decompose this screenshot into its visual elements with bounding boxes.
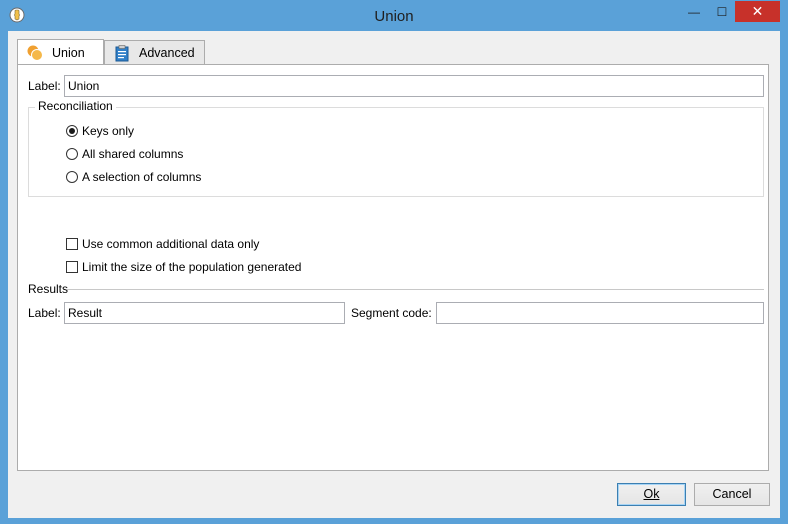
union-circles-icon (27, 45, 43, 61)
ok-button[interactable]: Ok (617, 483, 686, 506)
radio-button[interactable] (66, 171, 78, 183)
union-dialog-window: Union — ☐ ✕ Union Advanced Label: Union … (0, 0, 788, 524)
segment-code-caption: Segment code: (351, 306, 432, 320)
checkbox-limit-size-label: Limit the size of the population generat… (82, 260, 302, 274)
window-title: Union (374, 8, 414, 25)
tab-advanced-label: Advanced (139, 45, 195, 60)
label-caption: Label: (28, 79, 61, 93)
results-label-caption: Label: (28, 306, 61, 320)
results-label-input[interactable]: Result (64, 302, 345, 324)
tab-union[interactable]: Union (17, 39, 104, 65)
checkbox-limit-population-size[interactable]: Limit the size of the population generat… (66, 260, 301, 274)
checkbox[interactable] (66, 238, 78, 250)
cancel-button[interactable]: Cancel (694, 483, 770, 506)
radio-all-shared-columns[interactable]: All shared columns (66, 147, 183, 161)
checkbox-common-additional-label: Use common additional data only (82, 237, 260, 251)
radio-keys-only-label: Keys only (82, 124, 135, 138)
tab-advanced[interactable]: Advanced (104, 40, 205, 64)
tab-union-label: Union (52, 45, 85, 60)
results-title: Results (28, 282, 69, 296)
radio-all-shared-label: All shared columns (82, 147, 184, 161)
union-tab-panel: Label: Union Reconciliation Keys only Al… (17, 64, 769, 471)
radio-selection-label: A selection of columns (82, 170, 202, 184)
close-button[interactable]: ✕ (735, 1, 780, 22)
reconciliation-title: Reconciliation (35, 99, 116, 113)
radio-keys-only[interactable]: Keys only (66, 124, 134, 138)
minimize-button[interactable]: — (679, 1, 709, 22)
title-bar[interactable]: Union — ☐ ✕ (1, 1, 787, 31)
maximize-button[interactable]: ☐ (707, 1, 737, 22)
clipboard-icon (115, 44, 129, 61)
label-input[interactable]: Union (64, 75, 764, 97)
radio-button[interactable] (66, 148, 78, 160)
segment-code-input[interactable] (436, 302, 764, 324)
radio-selection-of-columns[interactable]: A selection of columns (66, 170, 201, 184)
checkbox[interactable] (66, 261, 78, 273)
ok-button-label: Ok (643, 487, 660, 501)
radio-button-selected[interactable] (66, 125, 78, 137)
checkbox-common-additional-data[interactable]: Use common additional data only (66, 237, 259, 251)
results-divider (67, 289, 764, 290)
reconciliation-group: Reconciliation Keys only All shared colu… (28, 99, 764, 197)
dialog-body: Union Advanced Label: Union Reconciliati… (8, 31, 780, 518)
